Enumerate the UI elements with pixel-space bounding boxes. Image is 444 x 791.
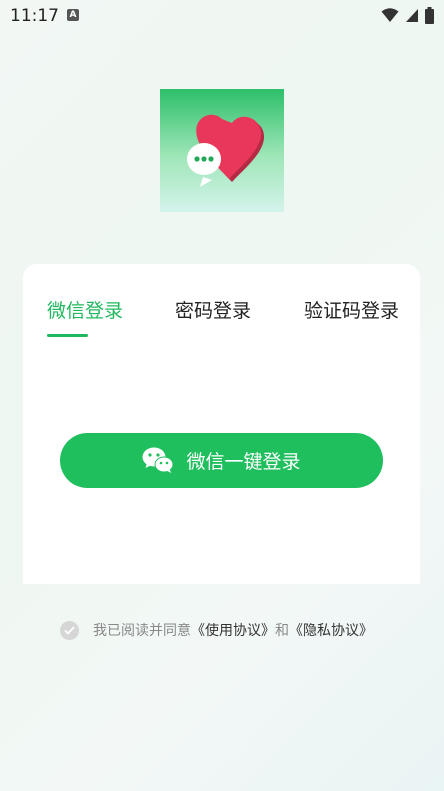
app-logo <box>160 89 284 212</box>
check-icon <box>64 625 75 635</box>
wechat-login-button[interactable]: 微信一键登录 <box>60 433 383 488</box>
wechat-login-button-label: 微信一键登录 <box>186 451 301 473</box>
status-icons <box>381 6 434 24</box>
signal-icon <box>406 9 418 22</box>
heart-chat-icon <box>187 114 265 187</box>
active-tab-indicator <box>47 334 88 337</box>
status-time: 11:17 <box>10 6 59 26</box>
tab-wechat-login[interactable]: 微信登录 <box>47 296 123 323</box>
agreement-row: 我已阅读并同意 《使用协议》 和 《隐私协议》 <box>60 620 373 640</box>
login-tabs: 微信登录 密码登录 验证码登录 <box>23 264 420 337</box>
login-card: 微信登录 密码登录 验证码登录 微信一键登录 <box>23 264 420 584</box>
privacy-policy-link[interactable]: 《隐私协议》 <box>289 620 373 640</box>
agreement-conjunction: 和 <box>275 623 289 639</box>
battery-icon <box>425 6 434 24</box>
wechat-icon <box>142 447 174 473</box>
notification-a-icon: A <box>67 9 79 21</box>
tab-sms-code-login[interactable]: 验证码登录 <box>304 296 399 323</box>
tab-password-login[interactable]: 密码登录 <box>175 296 251 323</box>
agreement-checkbox[interactable] <box>60 620 79 640</box>
status-bar: 11:17 A <box>0 0 444 32</box>
wifi-icon <box>381 8 399 22</box>
agreement-prefix: 我已阅读并同意 <box>93 623 191 639</box>
terms-of-use-link[interactable]: 《使用协议》 <box>191 620 275 640</box>
